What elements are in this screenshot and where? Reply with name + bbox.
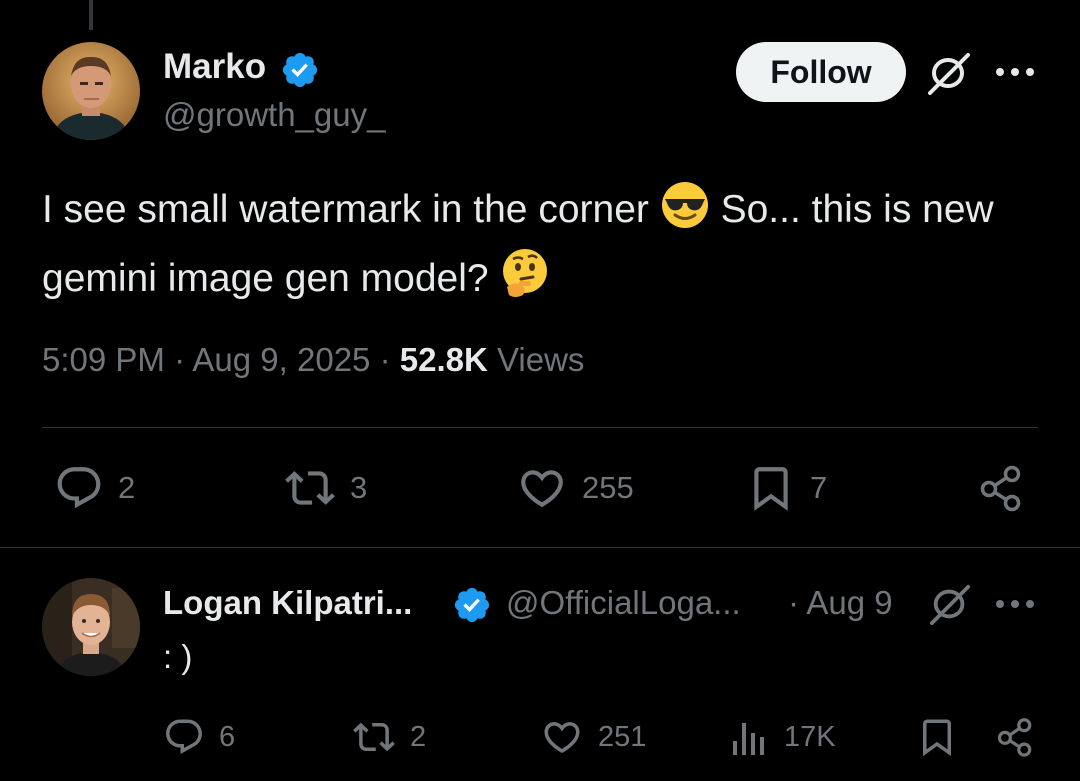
meta-separator: · [174, 341, 193, 378]
views-count[interactable]: 52.8K [400, 341, 488, 378]
tweet-time[interactable]: 5:09 PM [42, 341, 165, 378]
avatar-marko[interactable] [42, 42, 140, 140]
repost-count: 3 [350, 470, 368, 505]
reply-button[interactable]: 2 [54, 462, 135, 514]
analytics-icon [733, 723, 764, 755]
tweet-date[interactable]: Aug 9, 2025 [192, 341, 370, 378]
reply-date[interactable]: · Aug 9 [788, 582, 893, 624]
meta-separator: · [379, 341, 400, 378]
reply-share-button[interactable] [994, 714, 1036, 760]
share-icon [980, 465, 1021, 512]
reply-text: : ) [163, 638, 193, 675]
reply-reply-button[interactable]: 6 [163, 714, 235, 760]
more-options-icon[interactable] [994, 594, 1036, 614]
bookmark-button[interactable]: 7 [746, 462, 827, 514]
thinking-face-icon [499, 247, 551, 316]
thread-connector-line [89, 0, 93, 30]
views-label: Views [497, 341, 585, 378]
reply-like-count: 251 [598, 720, 647, 753]
reply-views-button[interactable]: 17K [730, 714, 836, 760]
share-button[interactable] [976, 462, 1026, 514]
verified-badge-icon [452, 585, 492, 625]
more-options-icon[interactable] [994, 62, 1036, 82]
bookmark-icon [923, 719, 951, 757]
reply-like-button[interactable]: 251 [540, 714, 646, 760]
verified-badge-icon [280, 50, 320, 90]
follow-button[interactable]: Follow [736, 42, 906, 102]
tweet-text-part1: I see small watermark in the corner [42, 188, 649, 231]
reply-count: 2 [118, 470, 136, 505]
author-name[interactable]: Marko [163, 46, 266, 88]
reply-reply-count: 6 [219, 720, 236, 753]
divider [42, 427, 1038, 428]
repost-button[interactable]: 3 [284, 462, 367, 514]
smiling-face-with-sunglasses-icon [660, 180, 710, 247]
share-icon [997, 718, 1032, 757]
avatar-logan[interactable] [42, 578, 140, 676]
bookmark-icon [754, 467, 788, 511]
reply-repost-button[interactable]: 2 [352, 714, 426, 760]
like-count: 255 [582, 470, 634, 505]
heart-icon [521, 470, 563, 508]
reply-views-count: 17K [784, 720, 836, 753]
reply-author-name[interactable]: Logan Kilpatri... [163, 582, 412, 624]
bookmark-count: 7 [810, 470, 828, 505]
reply-author-handle[interactable]: @OfficialLoga... [506, 582, 741, 624]
tweet-meta: 5:09 PM · Aug 9, 2025 · 52.8K Views [42, 338, 584, 382]
heart-icon [544, 722, 580, 754]
author-handle[interactable]: @growth_guy_ [163, 94, 385, 136]
reply-repost-count: 2 [410, 720, 427, 753]
grok-icon[interactable] [926, 582, 974, 626]
tweet-text: I see small watermark in the corner So..… [42, 180, 1042, 316]
divider [0, 547, 1080, 548]
reply-bookmark-button[interactable] [916, 714, 958, 760]
reply-icon [57, 467, 101, 509]
reply-icon [166, 719, 202, 754]
like-button[interactable]: 255 [516, 462, 634, 514]
repost-icon [285, 471, 335, 505]
grok-icon[interactable] [924, 50, 974, 96]
repost-icon [353, 722, 395, 752]
